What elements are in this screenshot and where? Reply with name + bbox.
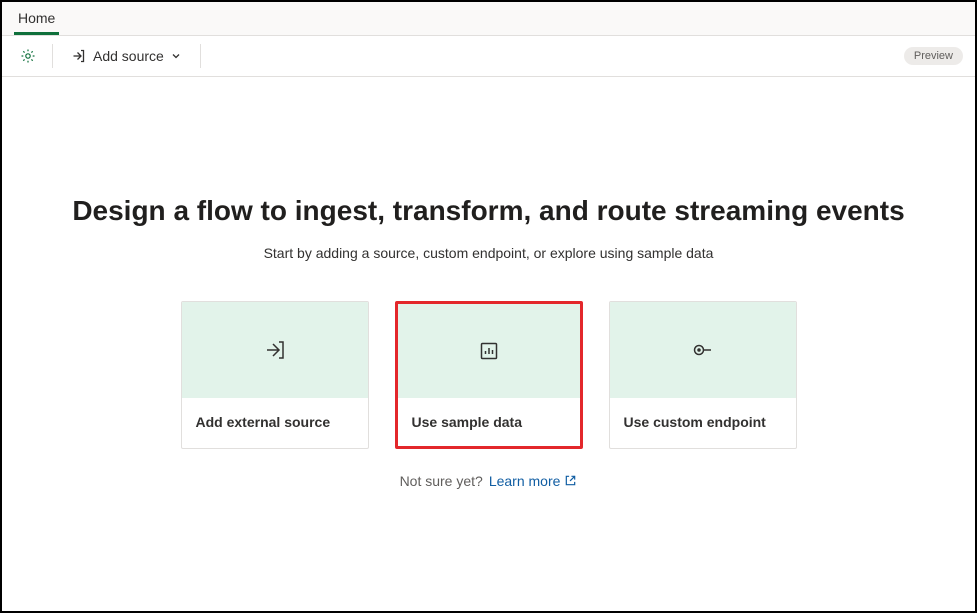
preview-badge: Preview	[904, 47, 963, 65]
card-add-external-source[interactable]: Add external source	[181, 301, 369, 449]
footer-text: Not sure yet? Learn more	[400, 473, 578, 489]
tab-home[interactable]: Home	[14, 2, 59, 35]
external-link-icon	[564, 474, 577, 487]
card-icon-area	[610, 302, 796, 398]
add-source-button[interactable]: Add source	[63, 44, 190, 68]
tabs-bar: Home	[2, 2, 975, 36]
card-use-sample-data[interactable]: Use sample data	[395, 301, 583, 449]
sample-data-icon	[479, 341, 499, 361]
page-heading: Design a flow to ingest, transform, and …	[72, 195, 904, 227]
add-source-icon	[71, 48, 87, 64]
card-use-custom-endpoint[interactable]: Use custom endpoint	[609, 301, 797, 449]
add-source-label: Add source	[93, 48, 164, 64]
page-subheading: Start by adding a source, custom endpoin…	[264, 245, 714, 261]
card-label: Use custom endpoint	[610, 398, 796, 446]
card-icon-area	[182, 302, 368, 398]
toolbar-divider	[52, 44, 53, 68]
custom-endpoint-icon	[692, 339, 714, 361]
chevron-down-icon	[170, 50, 182, 62]
card-icon-area	[398, 304, 580, 398]
main-content: Design a flow to ingest, transform, and …	[2, 77, 975, 606]
learn-more-label: Learn more	[489, 473, 561, 489]
external-source-icon	[264, 339, 286, 361]
toolbar-divider	[200, 44, 201, 68]
settings-button[interactable]	[14, 42, 42, 70]
card-label: Use sample data	[398, 398, 580, 446]
gear-icon	[20, 48, 36, 64]
card-label: Add external source	[182, 398, 368, 446]
cards-row: Add external source Use sample data	[181, 301, 797, 449]
toolbar: Add source Preview	[2, 36, 975, 77]
not-sure-text: Not sure yet?	[400, 473, 483, 489]
learn-more-link[interactable]: Learn more	[489, 473, 578, 489]
